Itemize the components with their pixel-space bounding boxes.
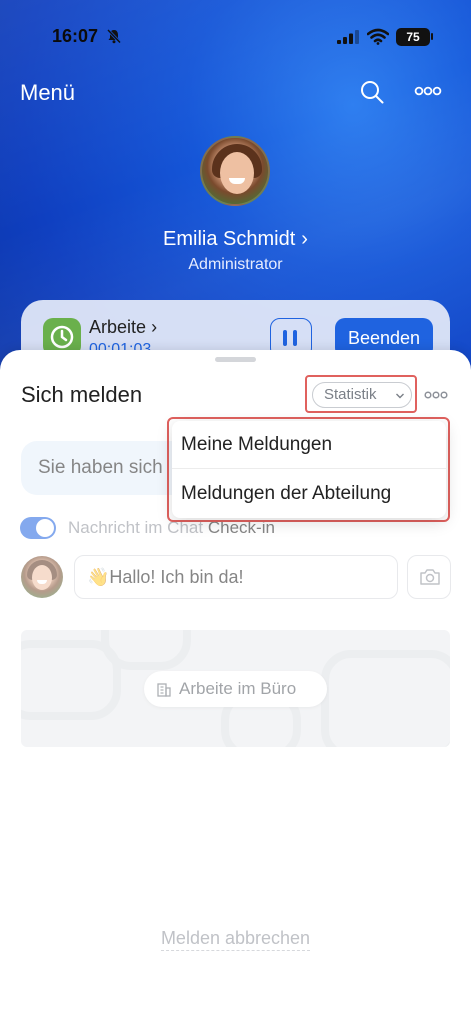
battery-nub bbox=[431, 33, 433, 40]
profile-name: Emilia Schmidt bbox=[163, 228, 296, 250]
avatar-face bbox=[220, 152, 254, 194]
message-input[interactable]: 👋Hallo! Ich bin da! bbox=[74, 555, 398, 599]
bell-off-icon bbox=[106, 28, 122, 44]
work-label[interactable]: Arbeite › bbox=[89, 317, 157, 338]
location-label-text: Arbeite im Büro bbox=[179, 679, 297, 698]
profile-name-link[interactable]: Emilia Schmidt › bbox=[0, 228, 471, 251]
menu-item-meldungen-der-abteilung[interactable]: Meldungen der Abteilung bbox=[172, 470, 446, 518]
location-label[interactable]: Arbeite im Büro bbox=[144, 671, 327, 707]
statistik-label: Statistik bbox=[324, 386, 377, 403]
camera-button[interactable] bbox=[407, 555, 451, 599]
camera-icon bbox=[420, 569, 440, 585]
more-icon[interactable] bbox=[424, 389, 448, 401]
map-shape bbox=[321, 650, 450, 747]
more-icon[interactable] bbox=[414, 84, 442, 98]
chevron-right-icon: › bbox=[151, 317, 158, 337]
map-shape bbox=[101, 630, 191, 670]
cancel-link[interactable]: Melden abbrechen bbox=[0, 928, 471, 951]
avatar bbox=[21, 556, 63, 598]
statistik-dropdown[interactable]: Statistik bbox=[312, 382, 412, 408]
app-screen: 16:07 75 Menü Emilia Schmidt › Administr… bbox=[0, 0, 471, 1024]
battery-icon: 75 bbox=[396, 28, 430, 46]
pause-icon-bar-right bbox=[293, 330, 297, 346]
pause-icon-bar-left bbox=[283, 330, 287, 346]
statistik-menu: Meine Meldungen Meldungen der Abteilung bbox=[172, 421, 446, 518]
sheet-title: Sich melden bbox=[21, 382, 143, 407]
status-time: 16:07 bbox=[52, 26, 99, 46]
building-icon bbox=[157, 683, 171, 697]
menu-item-meine-meldungen[interactable]: Meine Meldungen bbox=[172, 421, 446, 469]
profile-role: Administrator bbox=[188, 256, 283, 273]
status-bar: 16:07 75 bbox=[0, 0, 471, 60]
chevron-right-icon: › bbox=[301, 228, 308, 250]
page-title: Menü bbox=[20, 80, 76, 105]
work-label-text: Arbeite bbox=[89, 317, 147, 337]
search-icon[interactable] bbox=[360, 80, 384, 104]
drag-handle[interactable] bbox=[215, 357, 256, 362]
chat-message-toggle[interactable] bbox=[20, 517, 56, 539]
wifi-icon bbox=[367, 28, 389, 45]
chevron-down-icon bbox=[396, 393, 404, 399]
avatar[interactable] bbox=[200, 136, 270, 206]
avatar-face bbox=[32, 565, 52, 590]
signal-icon bbox=[337, 30, 359, 44]
cancel-link-text: Melden abbrechen bbox=[160, 928, 311, 951]
